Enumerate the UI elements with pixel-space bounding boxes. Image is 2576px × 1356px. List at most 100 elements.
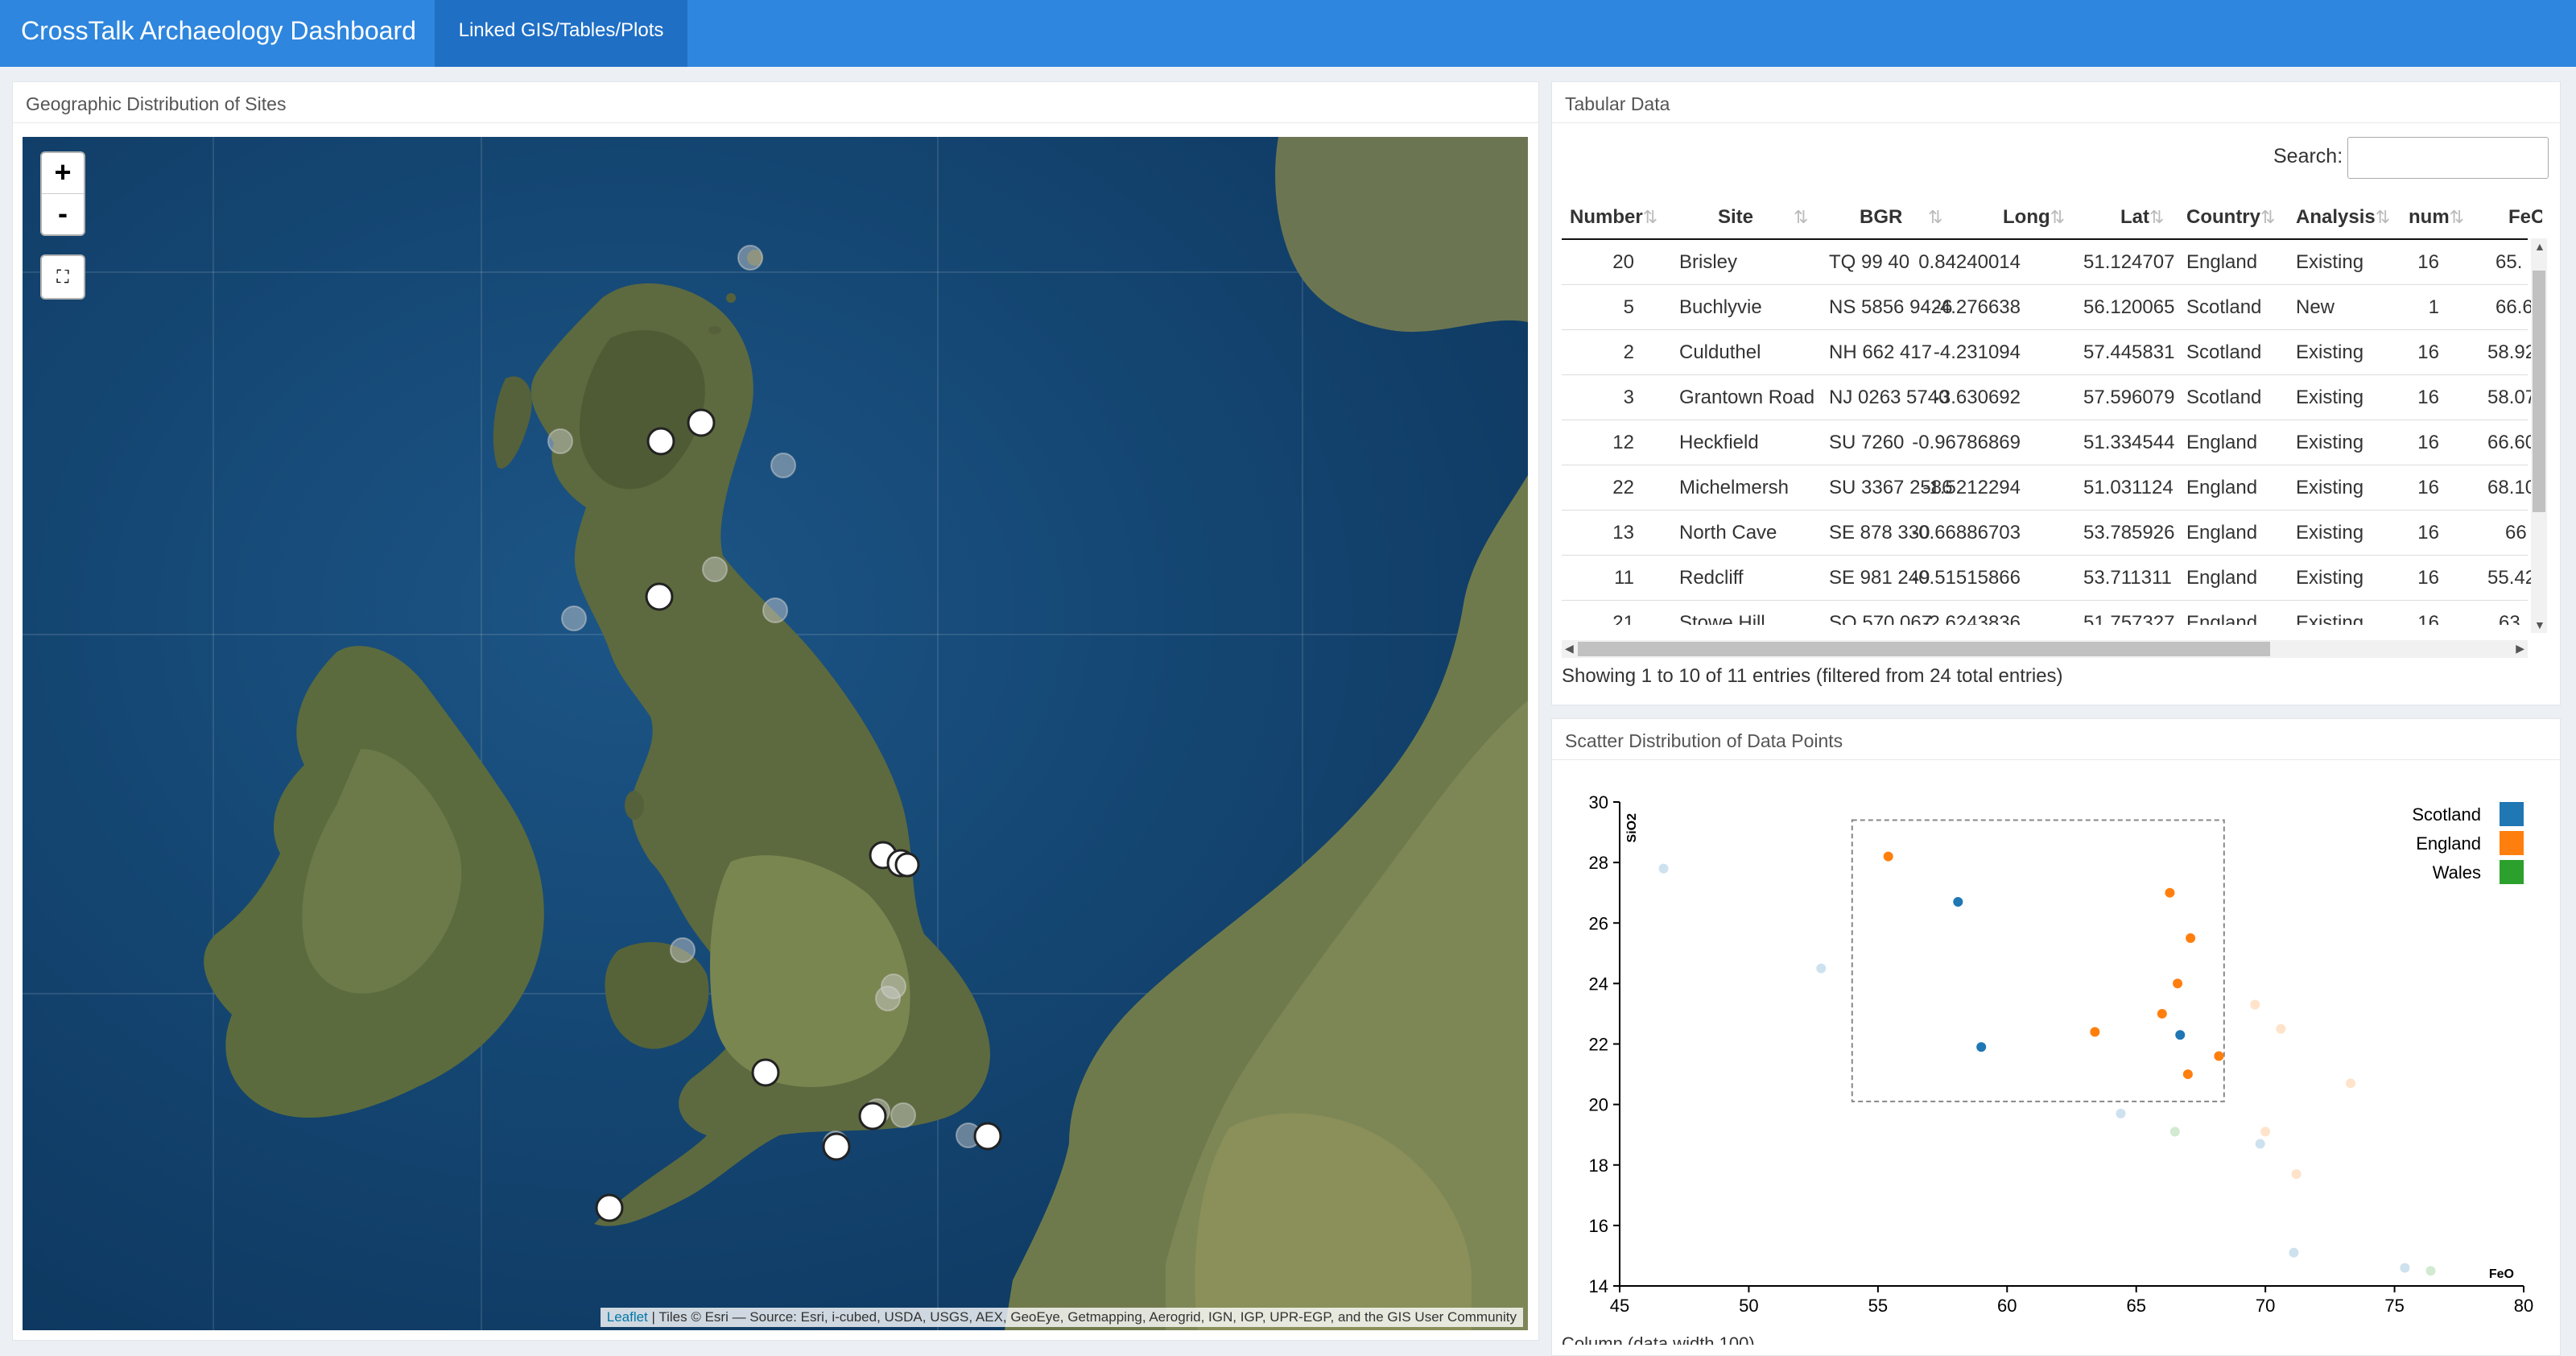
cell-bgr: NJ 0263 5740: [1829, 387, 1950, 408]
y-tick-label: 24: [1589, 974, 1608, 994]
cell-site: Redcliff: [1679, 567, 1744, 589]
cell-feo: 63: [2499, 612, 2520, 625]
cell-number: 3: [1623, 387, 1634, 408]
data-point-scotland: [1953, 896, 1963, 907]
cell-lat: 53.711311: [2083, 567, 2172, 589]
scroll-down-icon[interactable]: ▼: [2534, 618, 2545, 631]
brush-selection-box: [1851, 819, 2225, 1102]
leaflet-link[interactable]: Leaflet: [607, 1309, 648, 1325]
x-tick-label: 60: [1997, 1296, 2017, 1316]
cell-number: 13: [1612, 522, 1634, 544]
x-axis-label: FeO: [2489, 1267, 2514, 1281]
column-header-bgr[interactable]: BGR: [1860, 206, 1902, 229]
scroll-up-icon[interactable]: ▲: [2534, 240, 2545, 253]
cell-bgr: TQ 99 40: [1829, 251, 1910, 273]
column-header-country[interactable]: Country⇅: [2186, 206, 2275, 229]
divider: [1552, 122, 2560, 123]
cell-country: England: [2186, 612, 2258, 625]
cell-feo: 66.6: [2496, 296, 2533, 318]
marker-dimmed: [702, 556, 728, 582]
cell-long: 0.84240014: [1918, 251, 2021, 273]
data-point-wales: [2425, 1266, 2436, 1276]
cell-site: North Cave: [1679, 522, 1777, 544]
cell-site: Stowe Hill: [1679, 612, 1765, 625]
cell-bgr: NH 662 417: [1829, 341, 1933, 363]
table-horizontal-scrollbar[interactable]: ◀ ▶: [1562, 640, 2528, 658]
data-point-england: [2291, 1169, 2301, 1180]
fullscreen-icon[interactable]: ⛶: [40, 254, 85, 300]
zoom-in-button[interactable]: +: [42, 153, 84, 193]
sort-icon: ⇅: [2375, 207, 2391, 227]
cell-country: England: [2186, 477, 2258, 498]
tab-linked-gis[interactable]: Linked GIS/Tables/Plots: [435, 0, 687, 67]
table-row[interactable]: 2 Culduthel NH 662 417 -4.231094 57.4458…: [1562, 330, 2536, 375]
marker-site: [646, 427, 675, 456]
scroll-right-icon[interactable]: ▶: [2516, 642, 2524, 655]
cell-lat: 56.120065: [2083, 296, 2175, 318]
table-row[interactable]: 21 Stowe Hill SO 570 067 -2.6243836 51.7…: [1562, 601, 2528, 625]
y-tick-label: 18: [1589, 1155, 1608, 1176]
map-panel-title: Geographic Distribution of Sites: [26, 93, 287, 114]
table-info: Showing 1 to 10 of 11 entries (filtered …: [1562, 665, 2063, 687]
marker-site: [595, 1193, 624, 1222]
app-title[interactable]: CrossTalk Archaeology Dashboard: [21, 0, 416, 67]
table-row[interactable]: 13 North Cave SE 878 330 -0.66886703 53.…: [1562, 511, 2528, 556]
scatter-plot[interactable]: 45 50 55 60 65 70 75 80 14 16 18 20 22 24 26 28 30 FeO SiO…: [1554, 757, 2552, 1337]
data-point-england: [2182, 1069, 2193, 1080]
table-row[interactable]: 12 Heckfield SU 7260 -0.96786869 51.3345…: [1562, 420, 2536, 465]
x-tick-label: 55: [1868, 1296, 1888, 1316]
cell-num: 16: [2417, 251, 2439, 273]
table-row[interactable]: 20 Brisley TQ 99 40 0.84240014 51.124707…: [1562, 240, 2528, 285]
marker-site: [751, 1058, 780, 1087]
site-markers[interactable]: [23, 137, 1528, 1330]
marker-dimmed: [670, 937, 696, 963]
scrollbar-thumb[interactable]: [1578, 642, 2270, 656]
data-point-england: [2260, 1127, 2271, 1137]
column-sort-icon[interactable]: ⇅: [1794, 206, 1808, 229]
marker-site: [973, 1122, 1002, 1151]
attribution-text: | Tiles © Esri — Source: Esri, i-cubed, …: [647, 1309, 1517, 1325]
column-header-site[interactable]: Site: [1718, 206, 1753, 229]
table-row[interactable]: 3 Grantown Road NJ 0263 5740 -3.630692 5…: [1562, 375, 2536, 420]
cell-feo: 65.: [2496, 251, 2523, 273]
scroll-left-icon[interactable]: ◀: [1565, 642, 1574, 655]
marker-site: [894, 852, 920, 878]
leaflet-map[interactable]: + - ⛶ Leaflet | Tiles © Esri — Source: E…: [23, 137, 1528, 1330]
search-input[interactable]: [2347, 137, 2549, 179]
cell-lat: 51.334544: [2083, 432, 2175, 453]
scatter-panel-title: Scatter Distribution of Data Points: [1565, 730, 1843, 751]
search-label: Search:: [2273, 145, 2343, 167]
column-header-feo[interactable]: FeO: [2508, 206, 2542, 229]
cell-feo: 58.92: [2487, 341, 2537, 363]
cell-site: Grantown Road: [1679, 387, 1815, 408]
column-header-lat[interactable]: Lat⇅: [2120, 206, 2164, 229]
legend-label: England: [2416, 833, 2481, 854]
marker-dimmed: [890, 1102, 916, 1128]
zoom-out-button[interactable]: -: [42, 193, 84, 234]
table-panel-title: Tabular Data: [1565, 93, 1670, 114]
table-row[interactable]: 5 Buchlyvie NS 5856 9426 -4.276638 56.12…: [1562, 285, 2533, 330]
column-header-long[interactable]: Long⇅: [2003, 206, 2065, 229]
table-row[interactable]: 22 Michelmersh SU 3367 2586 -1.5212294 5…: [1562, 465, 2536, 511]
cell-analysis: Existing: [2296, 341, 2364, 363]
legend-swatch: [2500, 860, 2524, 884]
cell-number: 5: [1623, 296, 1634, 318]
table-vertical-scrollbar[interactable]: ▲ ▼: [2531, 238, 2547, 633]
sort-icon: ⇅: [1642, 207, 1658, 227]
column-header-analysis[interactable]: Analysis⇅: [2296, 206, 2390, 229]
table-row[interactable]: 11 Redcliff SE 981 249 -0.51515866 53.71…: [1562, 556, 2536, 601]
marker-dimmed: [547, 428, 573, 454]
legend-swatch: [2500, 802, 2524, 826]
column-header-number[interactable]: Number⇅: [1570, 206, 1657, 229]
data-point-scotland: [2175, 1030, 2186, 1040]
scrollbar-thumb[interactable]: [2533, 271, 2545, 512]
column-header-num[interactable]: num⇅: [2409, 206, 2464, 229]
column-sort-icon[interactable]: ⇅: [1928, 206, 1942, 229]
sort-icon: ⇅: [2149, 207, 2165, 227]
cell-feo: 58.07: [2487, 387, 2537, 408]
data-point-scotland: [2289, 1247, 2299, 1258]
cell-country: England: [2186, 522, 2258, 544]
cell-num: 16: [2417, 477, 2439, 498]
cell-analysis: Existing: [2296, 387, 2364, 408]
cell-analysis: Existing: [2296, 612, 2364, 625]
